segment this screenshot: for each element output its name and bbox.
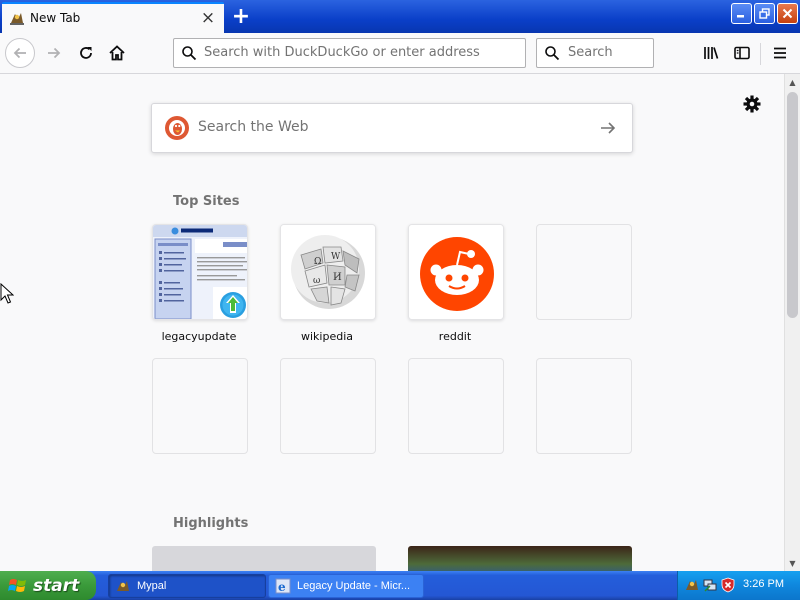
title-bar: New Tab × + <box>0 0 800 33</box>
toolbar-separator <box>760 43 761 65</box>
home-button[interactable] <box>103 39 131 67</box>
minimize-button[interactable] <box>731 3 752 24</box>
top-sites-title: Top Sites <box>173 194 240 209</box>
close-icon <box>782 8 793 19</box>
taskbar: start Mypal e Legacy Update - Micr... 3:… <box>0 571 800 600</box>
top-site-empty-slot <box>152 358 248 454</box>
reload-icon <box>80 47 92 59</box>
taskbar-item-mypal[interactable]: Mypal <box>108 574 266 598</box>
sidebar-button[interactable] <box>728 39 756 67</box>
start-label: start <box>33 575 80 596</box>
reddit-alien-icon <box>409 225 503 319</box>
highlight-card[interactable] <box>408 546 632 571</box>
top-site-empty-slot <box>408 358 504 454</box>
top-site-empty-slot <box>536 224 632 320</box>
taskbar-item-label: Legacy Update - Micr... <box>297 580 411 592</box>
new-tab-page: Top Sites <box>0 74 784 571</box>
ie-icon: e <box>275 578 291 594</box>
navigation-toolbar <box>0 33 800 74</box>
legacyupdate-thumbnail <box>153 225 247 319</box>
minimize-icon <box>737 15 744 18</box>
svg-text:ω: ω <box>313 276 320 286</box>
mypal-tray-icon[interactable] <box>684 577 700 593</box>
network-tray-icon[interactable] <box>702 577 718 593</box>
url-input[interactable] <box>204 45 514 60</box>
back-arrow-icon <box>13 47 26 59</box>
home-icon <box>109 45 125 61</box>
gear-icon[interactable] <box>742 94 762 114</box>
web-search-box[interactable] <box>151 103 633 153</box>
highlight-card[interactable] <box>152 546 376 571</box>
windows-logo-icon <box>8 578 26 592</box>
arrow-right-icon[interactable] <box>598 118 618 138</box>
search-icon <box>545 46 560 61</box>
vertical-scrollbar[interactable]: ▲ ▼ <box>784 74 800 571</box>
system-tray: 3:26 PM <box>677 571 800 600</box>
top-site-tile-reddit[interactable] <box>408 224 504 320</box>
wikipedia-globe-icon: Ω W И ω <box>281 225 375 319</box>
taskbar-item-legacy-update[interactable]: e Legacy Update - Micr... <box>268 574 424 598</box>
top-site-tile-wikipedia[interactable]: Ω W И ω <box>280 224 376 320</box>
highlights-title: Highlights <box>173 516 249 531</box>
svg-text:e: e <box>278 580 286 594</box>
top-site-label: reddit <box>438 330 472 343</box>
back-button[interactable] <box>5 38 35 68</box>
svg-text:W: W <box>331 252 341 262</box>
reload-button[interactable] <box>72 39 100 67</box>
top-site-empty-slot <box>280 358 376 454</box>
menu-button[interactable] <box>766 39 794 67</box>
scrollbar-thumb[interactable] <box>787 92 798 318</box>
search-input[interactable] <box>568 45 648 60</box>
mouse-cursor-icon <box>0 283 14 304</box>
forward-button[interactable] <box>40 39 68 67</box>
top-site-label: legacyupdate <box>161 330 237 343</box>
restore-icon <box>759 8 770 19</box>
tab-new-tab[interactable]: New Tab × <box>2 2 224 33</box>
new-tab-button[interactable]: + <box>228 4 254 29</box>
url-bar[interactable] <box>173 38 526 68</box>
hamburger-menu-icon <box>774 47 786 59</box>
duckduckgo-duck-icon <box>167 118 187 138</box>
forward-arrow-icon <box>48 47 61 59</box>
scroll-up-arrow-icon[interactable]: ▲ <box>785 74 800 90</box>
tab-title: New Tab <box>30 11 81 25</box>
sidebar-icon <box>734 46 750 60</box>
duckduckgo-logo-icon <box>165 116 189 140</box>
library-icon <box>704 47 719 59</box>
taskbar-item-label: Mypal <box>137 580 167 592</box>
library-button[interactable] <box>697 39 725 67</box>
start-button[interactable]: start <box>0 571 96 600</box>
mypal-favicon-icon <box>10 13 24 25</box>
top-site-empty-slot <box>536 358 632 454</box>
top-site-label: wikipedia <box>300 330 353 343</box>
tab-close-icon[interactable]: × <box>198 8 218 28</box>
close-window-button[interactable] <box>777 3 798 24</box>
web-search-input[interactable] <box>198 119 578 135</box>
search-icon <box>182 46 197 61</box>
top-site-tile-legacyupdate[interactable] <box>152 224 248 320</box>
search-bar[interactable] <box>536 38 654 68</box>
security-shield-icon[interactable] <box>720 577 736 593</box>
restore-button[interactable] <box>754 3 775 24</box>
svg-text:И: И <box>333 272 342 283</box>
svg-text:Ω: Ω <box>314 257 321 267</box>
clock: 3:26 PM <box>743 578 784 590</box>
mypal-icon <box>117 581 129 591</box>
scroll-down-arrow-icon[interactable]: ▼ <box>785 555 800 571</box>
